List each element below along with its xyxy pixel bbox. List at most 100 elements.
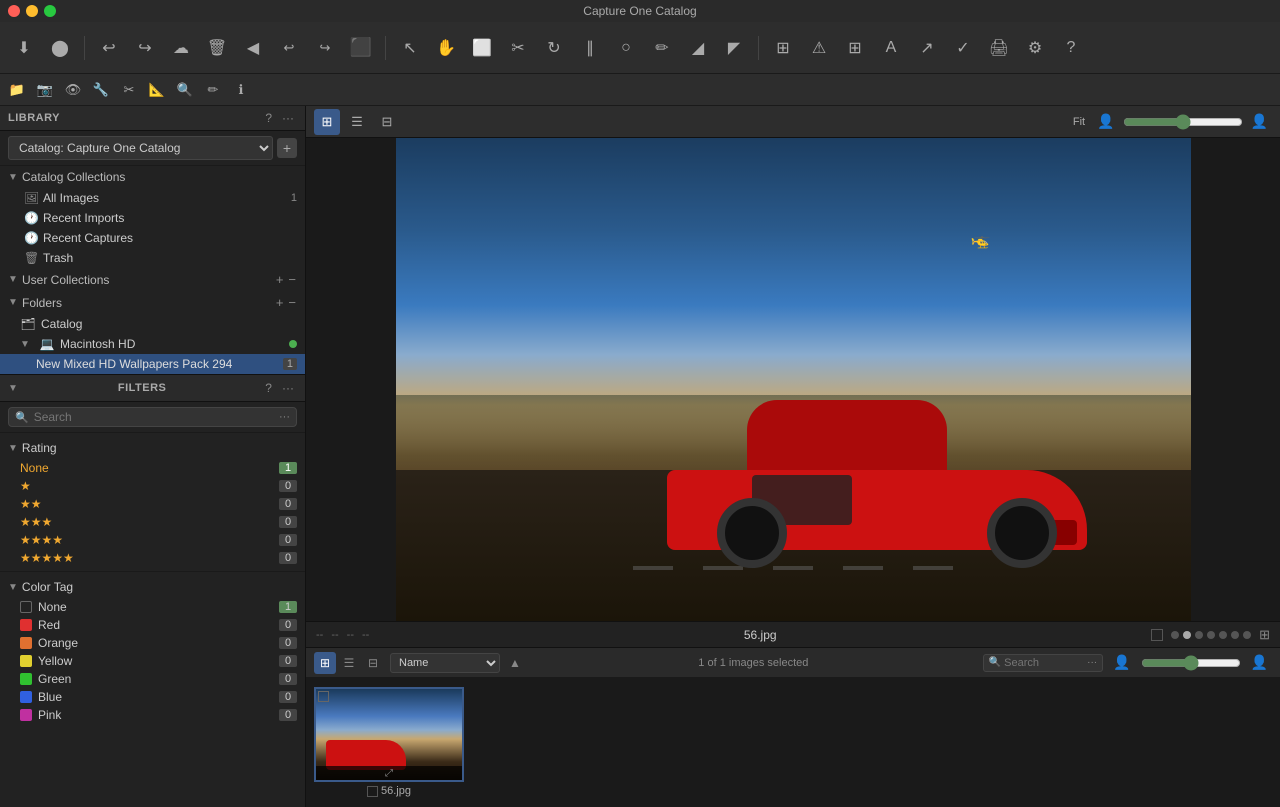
folders-header[interactable]: ▼ Folders + − bbox=[0, 291, 305, 314]
trash-label: Trash bbox=[43, 251, 297, 265]
rating-5-row[interactable]: ★★★★★ 0 bbox=[8, 549, 297, 567]
view-list-btn[interactable]: ☰ bbox=[344, 109, 370, 135]
zoom-slider[interactable] bbox=[1123, 114, 1243, 130]
redo-button[interactable]: ↪ bbox=[129, 32, 161, 64]
filmstrip-sort-select[interactable]: Name Date Rating Size bbox=[390, 653, 500, 673]
color-tag-header[interactable]: ▼ Color Tag bbox=[8, 576, 297, 598]
close-button[interactable] bbox=[8, 5, 20, 17]
pen-button[interactable]: ✏ bbox=[646, 32, 678, 64]
user-collections-header[interactable]: ▼ User Collections + − bbox=[0, 268, 305, 291]
filmstrip-search-opts[interactable]: ··· bbox=[1087, 657, 1097, 668]
user-collections-remove[interactable]: − bbox=[287, 272, 297, 287]
image-nav-dots bbox=[1171, 631, 1251, 639]
color-panel-btn[interactable]: ✂ bbox=[116, 77, 142, 103]
color-none-row[interactable]: None 1 bbox=[8, 598, 297, 616]
prev-button[interactable]: ◀ bbox=[237, 32, 269, 64]
warn-button[interactable]: ⚠ bbox=[803, 32, 835, 64]
rating-none-row[interactable]: None 1 bbox=[8, 459, 297, 477]
arrow-button[interactable]: ↗ bbox=[911, 32, 943, 64]
folders-remove[interactable]: − bbox=[287, 295, 297, 310]
color-green-row[interactable]: Green 0 bbox=[8, 670, 297, 688]
color-blue-row[interactable]: Blue 0 bbox=[8, 688, 297, 706]
image-checkbox[interactable] bbox=[1151, 629, 1163, 641]
rating-1-row[interactable]: ★ 0 bbox=[8, 477, 297, 495]
capture-button[interactable]: ⬤ bbox=[44, 32, 76, 64]
picker-button[interactable]: ◢ bbox=[682, 32, 714, 64]
delete-button[interactable]: 🗑 bbox=[201, 32, 233, 64]
library-panel-btn[interactable]: 📁 bbox=[4, 77, 30, 103]
filmstrip-sort-dir[interactable]: ▲ bbox=[506, 654, 524, 672]
filmstrip-compact-btn[interactable]: ⊟ bbox=[362, 652, 384, 674]
circle-button[interactable]: ○ bbox=[610, 32, 642, 64]
minimize-button[interactable] bbox=[26, 5, 38, 17]
window-controls[interactable] bbox=[8, 5, 56, 17]
macintosh-hd-item[interactable]: ▼ 💻 Macintosh HD bbox=[0, 334, 305, 354]
rating-none-label: None bbox=[20, 461, 279, 475]
filters-help-btn[interactable]: ? bbox=[262, 380, 275, 396]
fwd-button[interactable]: ↪ bbox=[309, 32, 341, 64]
filters-search-options[interactable]: ··· bbox=[279, 411, 290, 423]
grid-button[interactable]: ⊞ bbox=[839, 32, 871, 64]
adjust-panel-btn[interactable]: ✏ bbox=[200, 77, 226, 103]
filmstrip-zoom-slider[interactable] bbox=[1141, 655, 1241, 671]
move-button[interactable]: ☁ bbox=[165, 32, 197, 64]
wallpapers-folder-item[interactable]: New Mixed HD Wallpapers Pack 294 1 bbox=[0, 354, 305, 374]
recent-captures-item[interactable]: 🕐 Recent Captures bbox=[0, 228, 305, 248]
color-yellow-row[interactable]: Yellow 0 bbox=[8, 652, 297, 670]
help-button[interactable]: ? bbox=[1055, 32, 1087, 64]
trash-item[interactable]: 🗑 Trash bbox=[0, 248, 305, 268]
capture-panel-btn[interactable]: 📷 bbox=[32, 77, 58, 103]
all-images-item[interactable]: 🖼 All Images 1 bbox=[0, 188, 305, 208]
catalog-select[interactable]: Catalog: Capture One Catalog bbox=[8, 136, 273, 160]
rating-4-row[interactable]: ★★★★ 0 bbox=[8, 531, 297, 549]
thumbnail-name-checkbox[interactable] bbox=[367, 786, 378, 797]
view-filmstrip-btn[interactable]: ⊟ bbox=[374, 109, 400, 135]
catalog-folder-item[interactable]: 🗂 Catalog bbox=[0, 314, 305, 334]
thumbnail-item[interactable]: ⤢ 56.jpg bbox=[314, 687, 464, 797]
color-pink-row[interactable]: Pink 0 bbox=[8, 706, 297, 724]
image-grid-icon[interactable]: ⊞ bbox=[1259, 627, 1270, 643]
maximize-button[interactable] bbox=[44, 5, 56, 17]
text-button[interactable]: A bbox=[875, 32, 907, 64]
view-button[interactable]: ⊞ bbox=[767, 32, 799, 64]
lens-panel-btn[interactable]: 🔧 bbox=[88, 77, 114, 103]
folders-add[interactable]: + bbox=[275, 295, 285, 310]
filmstrip-list-btn[interactable]: ☰ bbox=[338, 652, 360, 674]
thumbnail-checkbox[interactable] bbox=[318, 691, 329, 702]
picker2-button[interactable]: ◤ bbox=[718, 32, 750, 64]
view-grid-btn[interactable]: ⊞ bbox=[314, 109, 340, 135]
cursor-button[interactable]: ↖ bbox=[394, 32, 426, 64]
filmstrip-search-input[interactable] bbox=[1004, 657, 1084, 669]
preview-panel-btn[interactable]: 👁 bbox=[60, 77, 86, 103]
crop-button[interactable]: ✂ bbox=[502, 32, 534, 64]
filters-search-input[interactable] bbox=[34, 410, 274, 424]
pan-button[interactable]: ✋ bbox=[430, 32, 462, 64]
info-panel-btn[interactable]: ℹ bbox=[228, 77, 254, 103]
straighten-button[interactable]: ∥ bbox=[574, 32, 606, 64]
rating-header[interactable]: ▼ Rating bbox=[8, 437, 297, 459]
crop-panel-btn[interactable]: 📐 bbox=[144, 77, 170, 103]
catalog-collections-header[interactable]: ▼ Catalog Collections bbox=[0, 166, 305, 188]
color-orange-row[interactable]: Orange 0 bbox=[8, 634, 297, 652]
import-button[interactable]: ⬇ bbox=[8, 32, 40, 64]
rating-2-row[interactable]: ★★ 0 bbox=[8, 495, 297, 513]
undo-button[interactable]: ↩ bbox=[93, 32, 125, 64]
settings-button[interactable]: ⚙ bbox=[1019, 32, 1051, 64]
recent-imports-item[interactable]: 🕐 Recent Imports bbox=[0, 208, 305, 228]
user-collections-add[interactable]: + bbox=[275, 272, 285, 287]
main-image-area[interactable]: 🚁 bbox=[306, 138, 1280, 621]
check-button[interactable]: ✓ bbox=[947, 32, 979, 64]
rect-button[interactable]: ⬛ bbox=[345, 32, 377, 64]
filters-menu-btn[interactable]: ··· bbox=[279, 380, 297, 396]
color-red-row[interactable]: Red 0 bbox=[8, 616, 297, 634]
rating-3-row[interactable]: ★★★ 0 bbox=[8, 513, 297, 531]
library-help-btn[interactable]: ? bbox=[262, 110, 275, 126]
select-button[interactable]: ⬜ bbox=[466, 32, 498, 64]
catalog-add-button[interactable]: + bbox=[277, 138, 297, 158]
rotate-button[interactable]: ↻ bbox=[538, 32, 570, 64]
filmstrip-grid-btn[interactable]: ⊞ bbox=[314, 652, 336, 674]
back-button[interactable]: ↩ bbox=[273, 32, 305, 64]
library-menu-btn[interactable]: ··· bbox=[279, 110, 297, 126]
print-button[interactable]: 🖨 bbox=[983, 32, 1015, 64]
search-panel-btn[interactable]: 🔍 bbox=[172, 77, 198, 103]
